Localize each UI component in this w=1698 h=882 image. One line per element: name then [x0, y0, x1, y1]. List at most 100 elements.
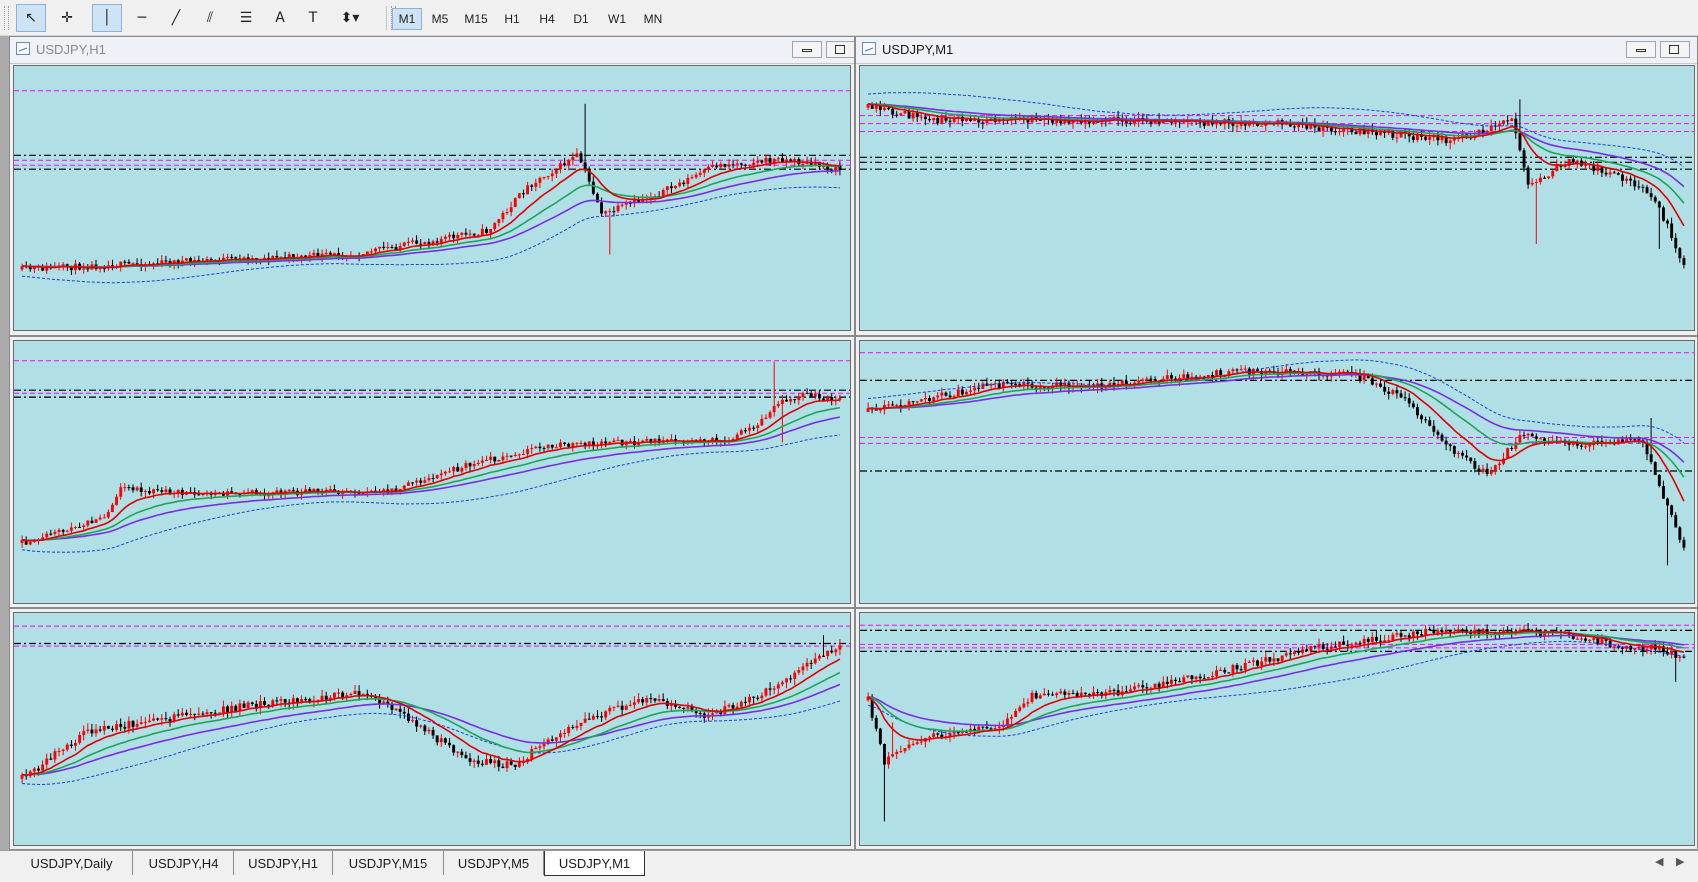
candle-body	[1284, 653, 1288, 656]
chart-window-left-bottom[interactable]	[9, 608, 855, 850]
price-chart-right-bottom[interactable]	[859, 612, 1695, 846]
candle-body	[135, 487, 139, 491]
candle-body	[567, 727, 571, 733]
chart-window-right-middle[interactable]	[855, 336, 1698, 608]
minimize-button[interactable]	[1626, 41, 1656, 58]
cursor-arrow-icon[interactable]: ↖	[16, 4, 46, 32]
candle-body	[1190, 675, 1194, 680]
crosshair-icon[interactable]: ✛	[52, 4, 82, 32]
text-label-icon[interactable]: T	[298, 4, 328, 32]
candle-body	[427, 242, 431, 245]
timeframe-h4-button[interactable]: H4	[530, 8, 564, 30]
timeframe-m15-button[interactable]: M15	[458, 8, 494, 30]
chart-window-usdjpy-h1[interactable]: USDJPY,H1	[9, 36, 855, 336]
timeframe-m1-button[interactable]: M1	[392, 8, 422, 30]
minimize-button[interactable]	[792, 41, 822, 58]
candle-body	[1186, 675, 1190, 678]
candle-body	[661, 699, 665, 702]
candle-body	[1596, 166, 1600, 171]
candle-body	[526, 185, 529, 195]
candle-body	[415, 240, 419, 244]
candle-body	[53, 751, 57, 760]
tab-usdjpy-daily[interactable]: USDJPY,Daily	[11, 851, 133, 875]
candle-body	[744, 430, 747, 432]
candle-body	[185, 258, 188, 261]
candle-body	[559, 163, 562, 170]
candle-body	[1088, 693, 1091, 695]
tab-usdjpy-m5[interactable]: USDJPY,M5	[444, 851, 544, 875]
candle-body	[1469, 457, 1473, 462]
equidistant-channel-icon[interactable]: ⫽	[195, 4, 225, 32]
candle-body	[719, 164, 723, 168]
timeframe-d1-button[interactable]: D1	[566, 8, 596, 30]
price-chart-left-middle[interactable]	[13, 340, 851, 604]
candle-body	[1153, 683, 1157, 688]
price-chart-m1[interactable]	[859, 65, 1695, 331]
candle-body	[1047, 693, 1050, 695]
candle-body	[1584, 164, 1587, 166]
candle-body	[1362, 375, 1366, 380]
maximize-button[interactable]	[1660, 41, 1690, 58]
candle-body	[575, 443, 579, 444]
trendline-icon[interactable]: ╱	[161, 4, 191, 32]
chart-window-usdjpy-m1[interactable]: USDJPY,M1	[855, 36, 1698, 336]
vertical-line-icon[interactable]: │	[92, 4, 122, 32]
candle-body	[1547, 176, 1551, 179]
chart-window-icon	[862, 42, 876, 55]
candle-body	[82, 525, 86, 527]
candle-body	[1621, 647, 1624, 649]
window-titlebar[interactable]: USDJPY,H1	[10, 37, 854, 64]
moving-average-mid	[867, 631, 1685, 732]
window-title: USDJPY,H1	[36, 42, 106, 57]
candle-body	[1580, 638, 1583, 640]
tab-scroll-right-icon[interactable]: ▶	[1676, 855, 1684, 868]
candle-body	[1362, 128, 1366, 135]
candle-body	[57, 530, 61, 532]
tab-usdjpy-m1[interactable]: USDJPY,M1	[544, 851, 645, 876]
fibonacci-retracement-icon[interactable]: ☰	[231, 4, 261, 32]
candle-body	[813, 658, 817, 664]
arrows-menu-icon[interactable]: ⬍▾	[332, 4, 368, 32]
candle-body	[1383, 386, 1387, 392]
candle-body	[1280, 655, 1284, 661]
horizontal-line-icon[interactable]: ─	[127, 4, 157, 32]
toolbar-grip[interactable]	[4, 6, 9, 30]
window-titlebar[interactable]: USDJPY,M1	[856, 37, 1697, 64]
candle-body	[135, 724, 139, 727]
candle-body	[1514, 442, 1518, 449]
price-chart-right-middle[interactable]	[859, 340, 1695, 604]
candle-body	[559, 733, 562, 738]
candle-body	[1178, 681, 1182, 683]
text-icon[interactable]: A	[265, 4, 295, 32]
candle-body	[559, 442, 562, 448]
candle-body	[53, 531, 57, 534]
candle-body	[682, 707, 686, 709]
candle-body	[789, 399, 793, 402]
candle-body	[903, 748, 907, 752]
tab-usdjpy-h4[interactable]: USDJPY,H4	[134, 851, 234, 875]
price-chart-h1[interactable]	[13, 65, 851, 331]
tab-usdjpy-m15[interactable]: USDJPY,M15	[333, 851, 444, 875]
maximize-button[interactable]	[826, 41, 854, 58]
candle-body	[456, 234, 460, 239]
candle-body	[394, 247, 398, 250]
candlestick-plot	[860, 352, 1694, 566]
candle-body	[522, 193, 525, 195]
timeframe-h1-button[interactable]: H1	[497, 8, 527, 30]
candle-body	[485, 460, 488, 461]
tab-scroll-left-icon[interactable]: ◀	[1655, 855, 1663, 868]
candle-body	[1448, 140, 1452, 143]
candle-body	[1165, 681, 1169, 684]
candle-body	[1112, 689, 1116, 691]
candle-body	[781, 399, 784, 404]
chart-window-right-bottom[interactable]	[855, 608, 1698, 850]
candle-body	[468, 233, 472, 235]
timeframe-w1-button[interactable]: W1	[600, 8, 634, 30]
candle-body	[374, 248, 377, 252]
chart-window-left-middle[interactable]	[9, 336, 855, 608]
tab-usdjpy-h1[interactable]: USDJPY,H1	[234, 851, 333, 875]
price-chart-left-bottom[interactable]	[13, 612, 851, 846]
timeframe-mn-button[interactable]: MN	[637, 8, 669, 30]
candle-body	[542, 177, 546, 179]
timeframe-m5-button[interactable]: M5	[424, 8, 456, 30]
